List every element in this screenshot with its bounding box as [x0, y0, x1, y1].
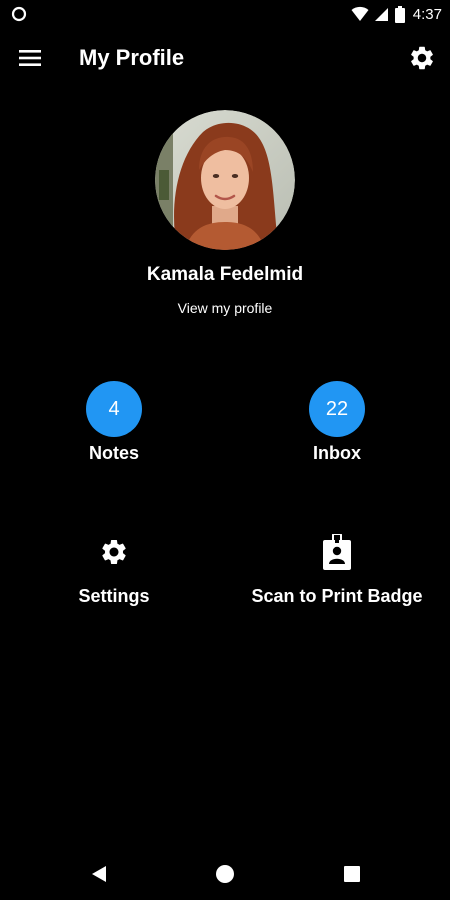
navigation-bar: [0, 852, 450, 896]
home-icon[interactable]: [213, 862, 237, 886]
avatar[interactable]: [155, 110, 295, 250]
wifi-icon: [351, 6, 369, 22]
status-time: 4:37: [412, 5, 442, 23]
notes-tile[interactable]: 4 Notes: [34, 381, 194, 464]
view-profile-link[interactable]: View my profile: [125, 300, 325, 316]
recents-icon[interactable]: [340, 862, 364, 886]
scan-to-print-badge-label: Scan to Print Badge: [251, 586, 423, 606]
back-icon[interactable]: [87, 862, 111, 886]
scan-to-print-badge-button[interactable]: Scan to Print Badge: [225, 532, 449, 607]
settings-button[interactable]: Settings: [34, 536, 194, 607]
notes-count-badge: 4: [86, 381, 142, 437]
gear-icon[interactable]: [408, 44, 436, 72]
status-icons: 4:37: [351, 4, 442, 24]
settings-label: Settings: [78, 586, 150, 606]
page-title: My Profile: [79, 45, 185, 70]
badge-icon: [323, 532, 351, 575]
signal-icon: [374, 6, 389, 22]
app-bar: My Profile: [0, 30, 450, 86]
record-icon: [11, 6, 27, 22]
menu-icon[interactable]: [16, 44, 46, 72]
inbox-label: Inbox: [313, 443, 361, 463]
status-bar: 4:37: [0, 0, 450, 28]
inbox-tile[interactable]: 22 Inbox: [257, 381, 417, 464]
gear-icon: [99, 537, 129, 572]
battery-icon: [394, 5, 405, 23]
notes-label: Notes: [88, 443, 139, 463]
inbox-count-badge: 22: [309, 381, 365, 437]
user-name: Kamala Fedelmid: [146, 264, 304, 285]
